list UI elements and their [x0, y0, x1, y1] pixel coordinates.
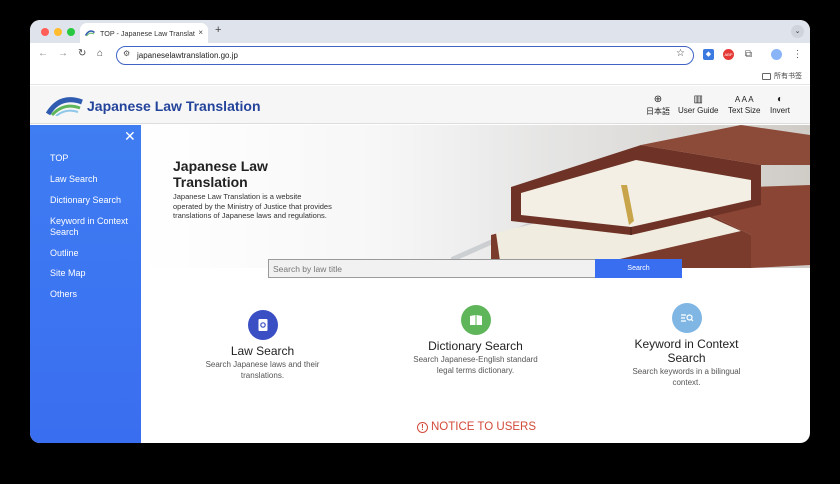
keyword-in-context-search-title[interactable]: Keyword in Context Search — [630, 337, 743, 365]
sidebar-item-top[interactable]: TOP — [50, 153, 68, 164]
sidebar-item-outline[interactable]: Outline — [50, 248, 79, 259]
user-guide-label: User Guide — [678, 106, 719, 115]
keyword-search-icon — [671, 303, 702, 333]
reload-button[interactable]: ↻ — [78, 49, 86, 59]
tab-title: TOP - Japanese Law Translation — [100, 28, 196, 38]
url-text[interactable]: japaneselawtranslation.go.jp — [137, 51, 238, 60]
browser-menu-icon[interactable]: ⋮ — [792, 49, 803, 60]
alert-icon: ! — [417, 421, 428, 433]
dictionary-search-card[interactable]: Dictionary Search Search Japanese-Englis… — [413, 305, 538, 376]
close-icon[interactable]: ✕ — [124, 129, 136, 143]
tab-strip: TOP - Japanese Law Translation × + ⌄ — [30, 20, 810, 43]
law-search-icon — [247, 310, 278, 340]
bookmarks-bar: 所有书签 — [30, 68, 810, 85]
law-search-description: Search Japanese laws and their translati… — [205, 360, 320, 380]
all-bookmarks-label: 所有书签 — [774, 73, 802, 80]
dictionary-search-description: Search Japanese-English standard legal t… — [413, 355, 538, 375]
sidebar-item-site-map[interactable]: Site Map — [50, 268, 86, 279]
tab-close-icon[interactable]: × — [198, 29, 203, 37]
extensions-puzzle-icon[interactable]: ⧉ — [743, 49, 754, 60]
browser-toolbar: ← → ↻ ⌂ ⚙ japaneselawtranslation.go.jp ☆… — [30, 43, 810, 68]
search-input[interactable] — [268, 259, 596, 278]
address-bar[interactable]: ⚙ japaneselawtranslation.go.jp ☆ — [116, 46, 694, 65]
law-search-title[interactable]: Law Search — [205, 344, 320, 358]
close-window-button[interactable] — [41, 28, 49, 36]
text-size-icon: A A A — [734, 95, 754, 104]
all-bookmarks-folder[interactable]: 所有书签 — [762, 71, 802, 81]
language-toggle[interactable]: ⊕ 日本語 — [646, 94, 670, 117]
language-label: 日本語 — [646, 107, 670, 116]
adblock-extension-icon[interactable]: ABP — [723, 49, 734, 60]
site-info-icon[interactable]: ⚙ — [123, 50, 130, 58]
keyword-in-context-search-card[interactable]: Keyword in Context Search Search keyword… — [630, 303, 743, 388]
forward-button[interactable]: → — [58, 49, 68, 59]
home-button[interactable]: ⌂ — [97, 49, 103, 59]
sidebar-item-law-search[interactable]: Law Search — [50, 174, 98, 185]
browser-window: TOP - Japanese Law Translation × + ⌄ ← →… — [30, 20, 810, 443]
hero-title: Japanese Law Translation — [173, 158, 268, 190]
text-size-label: Text Size — [728, 106, 761, 115]
sidebar-item-others[interactable]: Others — [50, 289, 77, 300]
site-logo-icon[interactable] — [46, 94, 84, 116]
site-header: Japanese Law Translation ⊕ 日本語 ▥ User Gu… — [30, 86, 810, 124]
invert-toggle[interactable]: ◐ Invert — [770, 94, 790, 115]
books-image — [451, 125, 810, 268]
translate-extension-icon[interactable]: ◆ — [703, 49, 714, 60]
book-icon: ▥ — [693, 94, 703, 105]
site-favicon-icon — [85, 30, 95, 37]
globe-icon: ⊕ — [653, 94, 663, 105]
law-search-card[interactable]: Law Search Search Japanese laws and thei… — [205, 310, 320, 381]
sidebar-item-dictionary-search[interactable]: Dictionary Search — [50, 195, 121, 206]
sidebar-menu: ✕ TOP Law Search Dictionary Search Keywo… — [30, 125, 141, 443]
folder-icon — [762, 72, 771, 80]
maximize-window-button[interactable] — [67, 28, 75, 36]
minimize-window-button[interactable] — [54, 28, 62, 36]
dictionary-icon — [460, 305, 491, 335]
notice-label: NOTICE TO USERS — [431, 421, 537, 433]
site-title[interactable]: Japanese Law Translation — [87, 98, 261, 114]
hero-banner: Japanese Law Translation Japanese Law Tr… — [141, 125, 810, 268]
new-tab-button[interactable]: + — [215, 25, 221, 36]
invert-icon: ◐ — [776, 94, 784, 105]
profile-avatar-icon[interactable] — [771, 49, 782, 60]
sidebar-item-keyword-in-context-search[interactable]: Keyword in Context Search — [50, 216, 134, 238]
search-button[interactable]: Search — [595, 259, 682, 278]
back-button[interactable]: ← — [38, 49, 48, 59]
user-guide-link[interactable]: ▥ User Guide — [678, 94, 718, 115]
bookmark-star-icon[interactable]: ☆ — [676, 49, 685, 59]
keyword-in-context-search-description: Search keywords in a bilingual context. — [632, 367, 741, 387]
invert-label: Invert — [770, 106, 791, 115]
text-size-control[interactable]: A A A Text Size — [728, 94, 760, 115]
dictionary-search-title[interactable]: Dictionary Search — [413, 339, 538, 353]
notice-to-users-link[interactable]: ! NOTICE TO USERS — [417, 421, 536, 433]
browser-tab[interactable]: TOP - Japanese Law Translation × — [80, 23, 208, 43]
tab-search-button[interactable]: ⌄ — [791, 25, 804, 38]
hero-description: Japanese Law Translation is a website op… — [173, 192, 332, 220]
